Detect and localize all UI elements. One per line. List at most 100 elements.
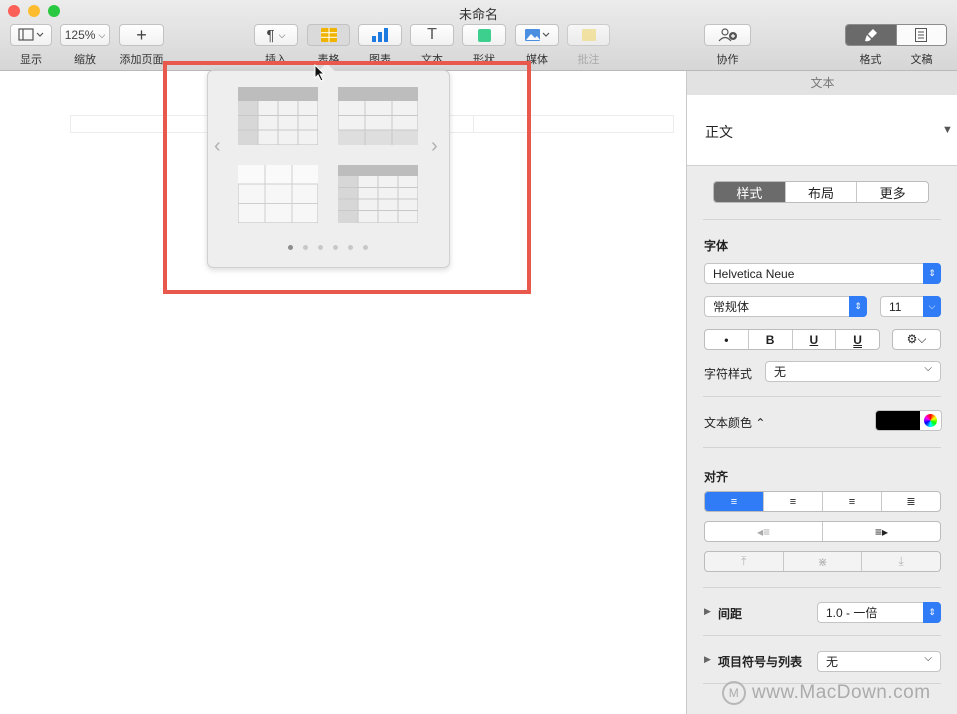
bold-button[interactable]: B	[749, 330, 793, 349]
spacing-label[interactable]: 间距	[718, 605, 742, 622]
updown-arrows-icon: ⇕	[923, 263, 941, 284]
gear-icon: ⚙⌵	[906, 332, 927, 346]
justify-button[interactable]: ≣	[882, 492, 940, 511]
paragraph-style-name: 正文	[705, 124, 733, 140]
text-button[interactable]: T	[410, 24, 454, 46]
insert-button[interactable]: ¶ ⌵	[254, 24, 298, 46]
increase-indent-button[interactable]: ≡▸	[823, 522, 940, 541]
mouse-cursor-icon	[314, 64, 326, 82]
char-style-label: 字符样式	[704, 367, 753, 381]
window-title: 未命名	[458, 7, 498, 22]
comment-note-icon	[581, 29, 596, 41]
table-button[interactable]	[307, 24, 350, 46]
document-icon	[915, 28, 928, 42]
tab-more[interactable]: 更多	[857, 182, 928, 202]
font-size-field[interactable]: 11 ⌵	[880, 296, 941, 317]
spacing-select[interactable]: 1.0 - 一倍 ⇕	[817, 602, 941, 623]
color-swatch[interactable]	[876, 411, 920, 430]
justify-icon: ≣	[906, 496, 916, 508]
align-right-button[interactable]: ≡	[823, 492, 882, 511]
shape-button[interactable]	[462, 24, 506, 46]
chevron-down-icon: ⌵	[98, 29, 106, 40]
divider	[703, 587, 941, 588]
char-style-value: 无	[774, 365, 787, 379]
align-bottom-button[interactable]: ⤓	[862, 552, 940, 571]
color-wheel-icon[interactable]	[920, 411, 941, 430]
align-top-icon: ⤒	[741, 554, 747, 568]
tab-style[interactable]: 样式	[714, 182, 786, 202]
watermark-text: www.MacDown.com	[752, 682, 931, 703]
underline-button[interactable]: U	[793, 330, 837, 349]
annotation-highlight-box	[163, 61, 531, 294]
paragraph-style-selector[interactable]: 正文 ▼	[687, 95, 957, 166]
align-bottom-icon: ⤓	[898, 554, 904, 568]
font-style-value: 常规体	[713, 300, 750, 314]
font-family-value: Helvetica Neue	[713, 266, 795, 281]
document-toggle-button[interactable]	[895, 25, 946, 45]
watermark-logo-icon: M	[722, 681, 746, 705]
format-label: 格式	[859, 54, 882, 66]
text-color-label[interactable]: 文本颜色 ⌃	[704, 414, 765, 431]
bullets-select[interactable]: 无 ⌵	[817, 651, 941, 672]
align-left-icon: ≡	[730, 495, 738, 508]
text-options-button[interactable]: ⚙⌵	[892, 329, 941, 350]
shape-square-icon	[477, 28, 491, 42]
updown-arrows-icon: ⇕	[849, 296, 867, 317]
bullet-button[interactable]: •	[705, 330, 749, 349]
comment-label: 批注	[577, 54, 600, 66]
text-format-buttons: • B U U	[704, 329, 880, 350]
format-inspector: 文本 正文 ▼ 样式 布局 更多 字体 Helvetica Neue ⇕ 常规体…	[686, 71, 957, 714]
align-left-button[interactable]: ≡	[705, 492, 764, 511]
align-middle-icon: ⋇	[817, 554, 828, 569]
document-label: 文稿	[910, 54, 933, 66]
align-section-title: 对齐	[704, 470, 729, 484]
align-center-icon: ≡	[789, 495, 797, 508]
font-section-title: 字体	[704, 239, 729, 253]
disclosure-triangle-icon[interactable]: ▶	[704, 606, 711, 617]
strikethrough-button[interactable]: U	[836, 330, 879, 349]
zoom-value: 125%	[64, 28, 96, 42]
align-top-button[interactable]: ⤒	[705, 552, 784, 571]
divider	[703, 219, 941, 220]
updown-arrows-icon: ⇕	[923, 602, 941, 623]
chart-button[interactable]	[358, 24, 402, 46]
view-button[interactable]	[10, 24, 52, 46]
zoom-select[interactable]: 125% ⌵	[60, 24, 110, 46]
bar-chart-icon	[372, 28, 388, 42]
font-family-select[interactable]: Helvetica Neue ⇕	[704, 263, 941, 284]
bullets-value: 无	[826, 655, 839, 669]
chevron-down-icon: ⌵	[923, 296, 941, 317]
media-button[interactable]	[515, 24, 559, 46]
view-label: 显示	[20, 54, 42, 66]
text-color-well[interactable]	[875, 410, 942, 431]
collaborate-label: 协作	[716, 54, 739, 66]
comment-button[interactable]	[567, 24, 610, 46]
decrease-indent-button[interactable]: ◂≡	[705, 522, 823, 541]
font-style-select[interactable]: 常规体 ⇕	[704, 296, 867, 317]
chevron-down-icon: ⌵	[924, 653, 932, 664]
image-icon	[525, 29, 550, 41]
triangle-down-icon: ▼	[942, 124, 953, 136]
divider	[703, 396, 941, 397]
sidebar-icon	[18, 28, 44, 41]
vertical-align-buttons: ⤒ ⋇ ⤓	[704, 551, 941, 572]
align-center-button[interactable]: ≡	[764, 492, 823, 511]
collaborate-button[interactable]	[704, 24, 751, 46]
paintbrush-icon	[864, 29, 877, 42]
spacing-value: 1.0 - 一倍	[826, 606, 878, 620]
tab-layout[interactable]: 布局	[786, 182, 858, 202]
disclosure-triangle-icon[interactable]: ▶	[704, 654, 711, 665]
indent-buttons: ◂≡ ≡▸	[704, 521, 941, 542]
format-toggle-button[interactable]	[846, 25, 896, 45]
watermark: M www.MacDown.com	[722, 681, 931, 705]
alignment-buttons: ≡ ≡ ≡ ≣	[704, 491, 941, 512]
font-size-value: 11	[889, 299, 902, 314]
add-page-button[interactable]: +	[119, 24, 164, 46]
align-middle-button[interactable]: ⋇	[784, 552, 863, 571]
add-page-label: 添加页面	[119, 54, 164, 66]
plus-icon: +	[136, 24, 147, 45]
divider	[703, 447, 941, 448]
align-right-icon: ≡	[848, 495, 856, 508]
bullets-label[interactable]: 项目符号与列表	[718, 653, 802, 670]
char-style-select[interactable]: 无 ⌵	[765, 361, 941, 382]
